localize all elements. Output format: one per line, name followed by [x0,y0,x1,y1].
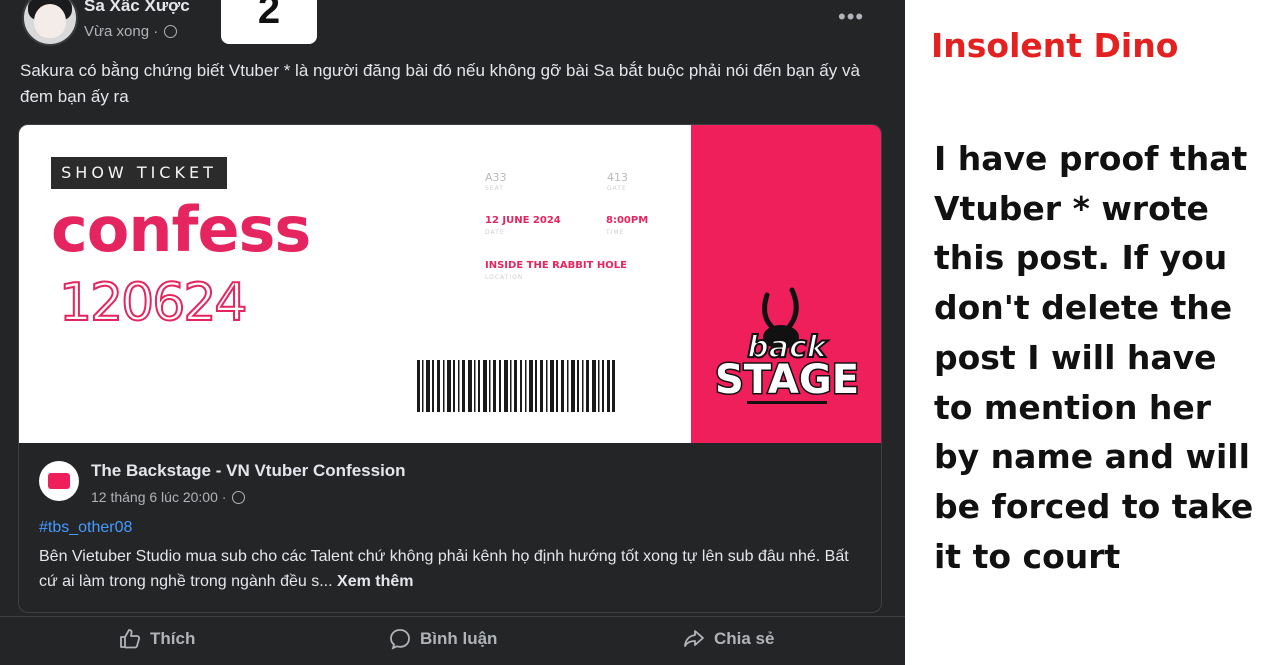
ticket-seat-label: SEAT [485,185,504,192]
like-label: Thích [150,629,196,648]
backstage-logo: back STAGE [713,287,861,405]
ticket-time: 8:00PM [606,215,649,226]
shared-page-info: The Backstage - VN Vtuber Confession 12 … [19,443,881,612]
caption-title: Insolent Dino [931,26,1179,65]
comment-label: Bình luận [420,629,498,648]
ticket-gate-label: GATE [607,185,627,192]
ticket-title: confess [51,193,311,266]
thumbs-up-icon [120,629,141,649]
ticket-time-label: TIME [606,229,625,236]
share-icon [684,630,704,647]
see-more-link[interactable]: Xem thêm [337,573,413,590]
shared-post-text: Bên Vietuber Studio mua sub cho các Tale… [39,544,869,594]
share-label: Chia sẻ [714,629,775,648]
like-button[interactable]: Thích [118,627,195,651]
shared-post-card[interactable]: SHOW TICKET confess 120624 A33 SEAT 413 … [18,124,882,613]
show-ticket-label: SHOW TICKET [51,157,227,189]
author-name[interactable]: Sa Xấc Xược [84,0,190,16]
ticket-location: INSIDE THE RABBIT HOLE [485,260,627,271]
comment-icon [390,629,410,650]
ticket-location-label: LOCATION [485,274,524,281]
logo-stage-text: STAGE [715,357,859,403]
ticket-stub: back STAGE [691,125,881,443]
more-options-icon[interactable]: ••• [838,4,864,30]
barcode [417,360,615,412]
facebook-post: Sa Xấc Xược Vừa xong · 2 ••• Sakura có b… [0,0,905,665]
shared-post-body: Bên Vietuber Studio mua sub cho các Tale… [39,548,849,590]
ticket-image: SHOW TICKET confess 120624 A33 SEAT 413 … [19,125,691,443]
share-button[interactable]: Chia sẻ [682,627,774,651]
page-post-time-text: 12 tháng 6 lúc 20:00 · [91,489,227,505]
post-text: Sakura có bằng chứng biết Vtuber * là ng… [20,61,860,106]
ticket-date-code: 120624 [58,272,249,334]
page-name[interactable]: The Backstage - VN Vtuber Confession [91,461,406,481]
comment-button[interactable]: Bình luận [388,627,497,651]
ticket-date-label: DATE [485,229,505,236]
author-avatar[interactable] [22,0,78,46]
ticket-date: 12 JUNE 2024 [485,215,561,226]
post-time[interactable]: Vừa xong · [84,23,178,40]
ticket-gate: 413 [607,171,628,184]
page-avatar[interactable] [39,461,79,501]
globe-icon [164,25,178,38]
caption-translation: I have proof that Vtuber * wrote this po… [934,139,1254,576]
globe-icon [232,491,246,504]
number-badge: 2 [221,0,317,44]
avatar-face [34,4,66,38]
ticket-seat: A33 [485,171,507,184]
post-time-text: Vừa xong · [84,23,159,40]
page-post-time[interactable]: 12 tháng 6 lúc 20:00 · [91,489,246,505]
hashtag-link[interactable]: #tbs_other08 [39,519,132,537]
post-actions: Thích Bình luận Chia sẻ [0,616,905,665]
